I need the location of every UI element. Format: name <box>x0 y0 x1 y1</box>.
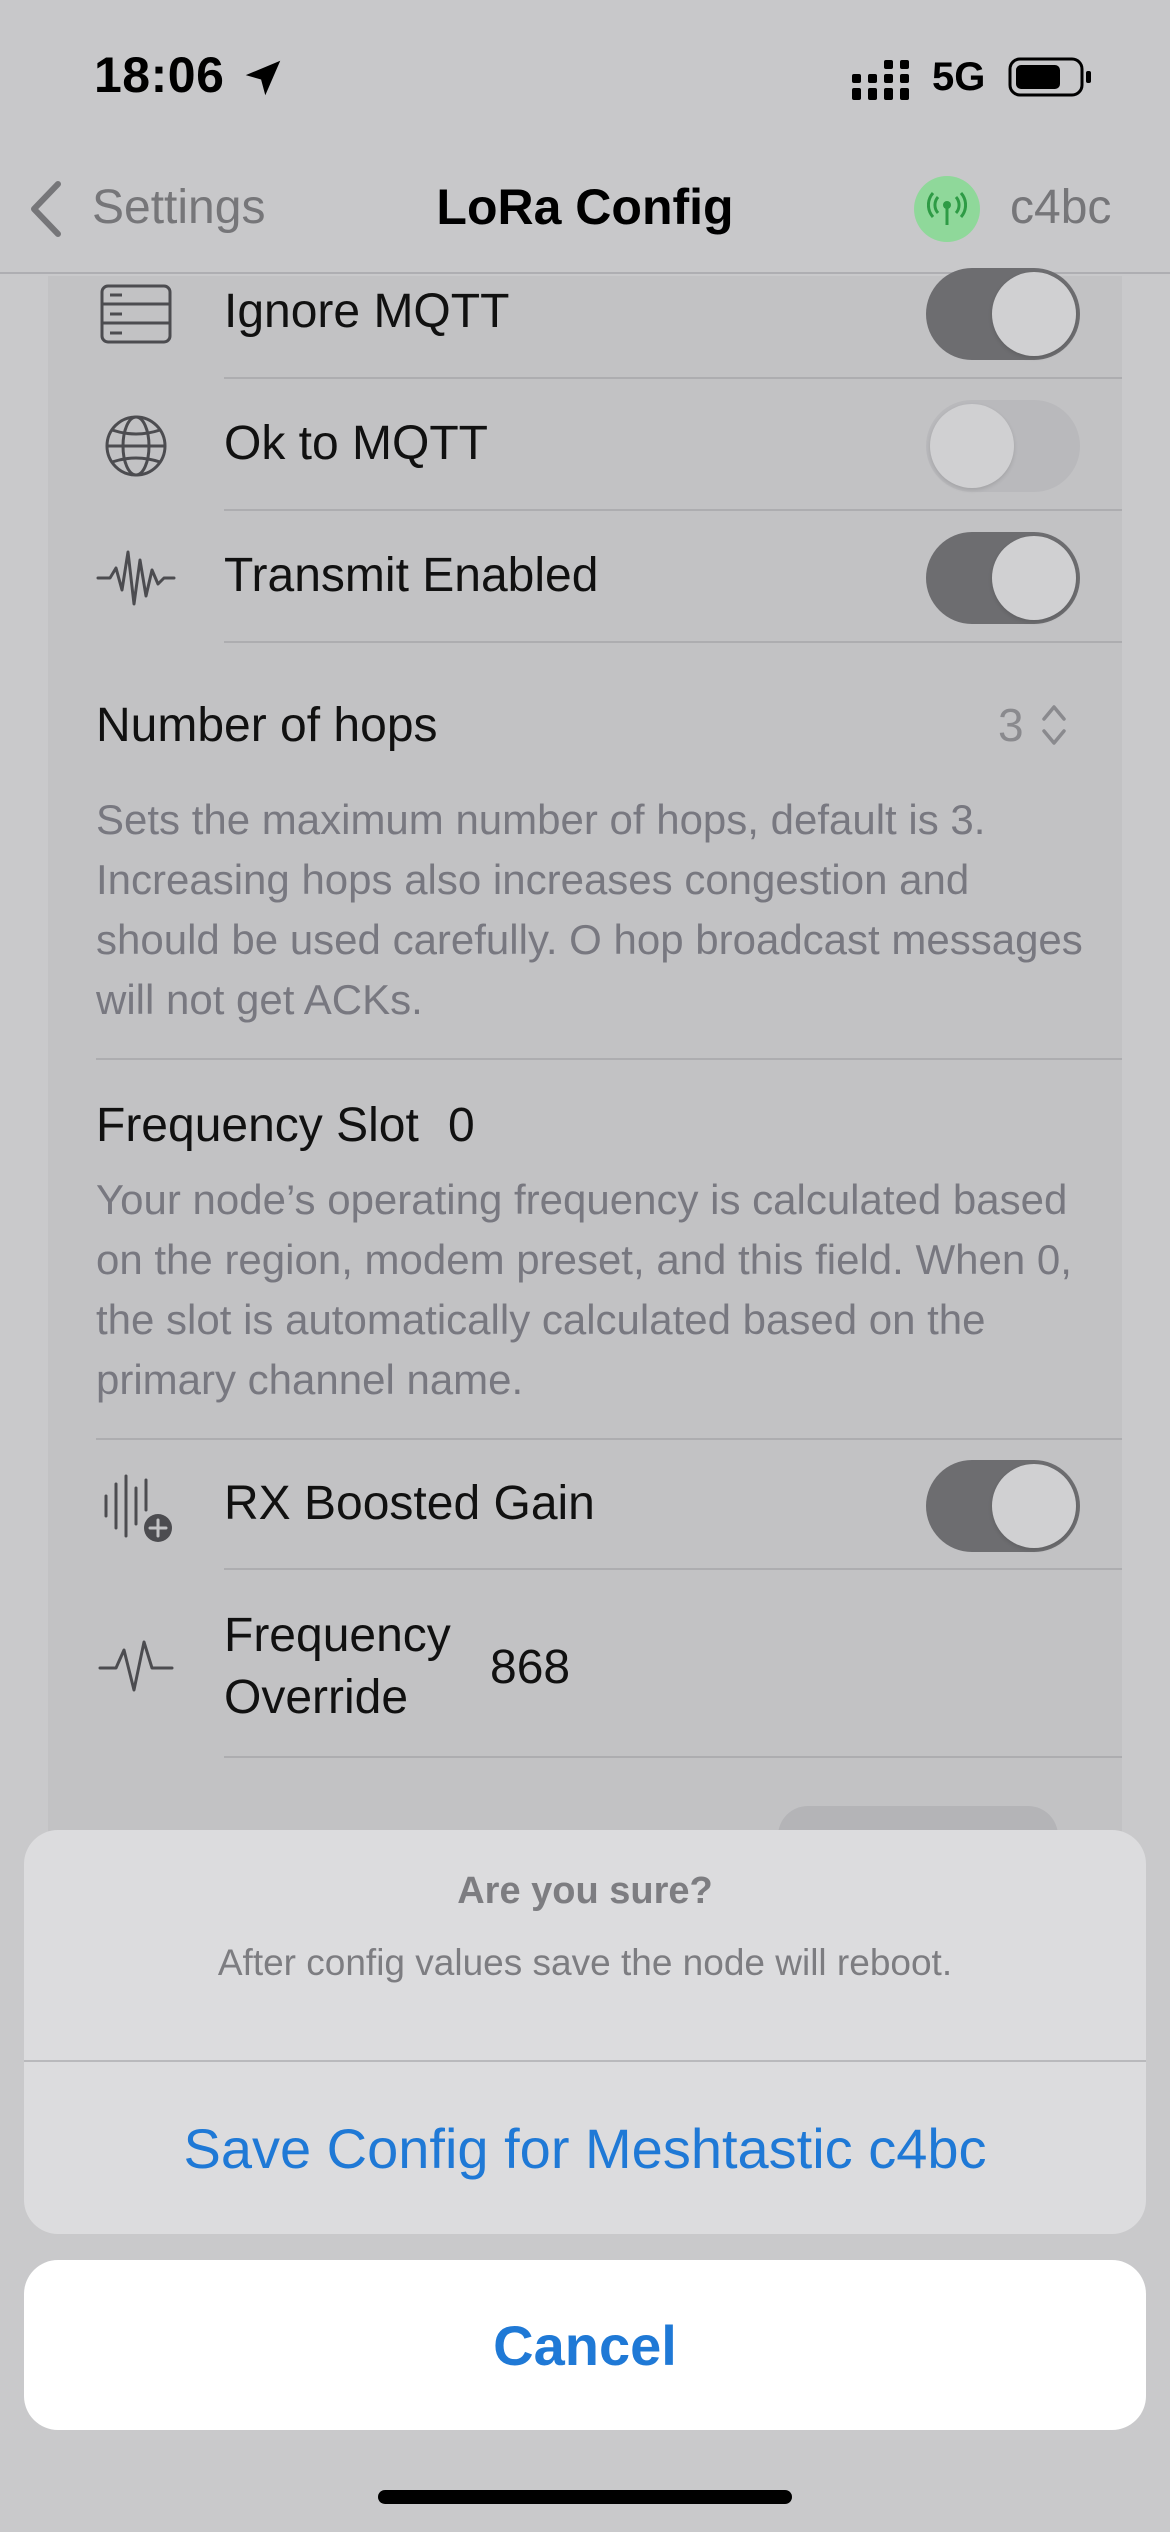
server-icon <box>100 284 172 344</box>
sheet-title: Are you sure? <box>457 1870 713 1912</box>
network-type: 5G <box>932 55 986 99</box>
frequency-override-label-line1: Frequency <box>224 1609 451 1662</box>
divider <box>96 1438 1122 1440</box>
frequency-override-label-line2: Override <box>224 1671 409 1724</box>
save-config-button[interactable]: Save Config for Meshtastic c4bc <box>24 2062 1146 2234</box>
ignore-mqtt-toggle[interactable] <box>926 268 1080 360</box>
cellular-signal-icon <box>852 60 909 100</box>
sheet-message: After config values save the node will r… <box>217 1942 953 1983</box>
antenna-icon <box>927 192 967 225</box>
home-indicator[interactable] <box>378 2490 792 2504</box>
page-title: LoRa Config <box>436 179 734 235</box>
transmit-enabled-label: Transmit Enabled <box>224 549 599 602</box>
globe-icon <box>105 415 167 477</box>
number-of-hops-label: Number of hops <box>96 699 438 752</box>
waveform-icon <box>96 550 176 606</box>
divider <box>224 509 1122 511</box>
status-time: 18:06 <box>94 47 225 103</box>
frequency-override-input[interactable]: 868 <box>490 1640 570 1695</box>
toggle-knob <box>992 272 1076 356</box>
confirmation-action-sheet: Are you sure? After config values save t… <box>24 1830 1146 2234</box>
divider <box>96 1058 1122 1060</box>
transmit-enabled-toggle[interactable] <box>926 532 1080 624</box>
divider <box>224 1756 1122 1758</box>
toggle-knob <box>930 404 1014 488</box>
frequency-slot-label: Frequency Slot <box>96 1099 419 1152</box>
divider <box>224 377 1122 379</box>
location-arrow-icon <box>245 60 281 96</box>
waveform-path-icon <box>98 1640 174 1692</box>
frequency-slot-input[interactable]: 0 <box>448 1098 475 1153</box>
divider <box>224 641 1122 643</box>
number-of-hops-description: Sets the maximum number of hops, default… <box>96 796 1083 1023</box>
node-short-name[interactable]: c4bc <box>1010 180 1111 235</box>
toggle-knob <box>992 1464 1076 1548</box>
ignore-mqtt-label: Ignore MQTT <box>224 285 510 338</box>
waveform-plus-icon <box>104 1474 172 1542</box>
chevron-up-down-icon[interactable] <box>1040 700 1068 750</box>
ok-to-mqtt-toggle[interactable] <box>926 400 1080 492</box>
divider <box>224 1568 1122 1570</box>
ok-to-mqtt-label: Ok to MQTT <box>224 417 488 470</box>
rx-boosted-gain-label: RX Boosted Gain <box>224 1477 595 1530</box>
node-status-badge[interactable] <box>914 176 980 242</box>
toggle-knob <box>992 536 1076 620</box>
frequency-slot-description: Your node’s operating frequency is calcu… <box>96 1176 1072 1403</box>
number-of-hops-value[interactable]: 3 <box>998 698 1024 752</box>
battery-icon <box>1008 57 1091 97</box>
rx-boosted-gain-toggle[interactable] <box>926 1460 1080 1552</box>
cancel-button[interactable]: Cancel <box>24 2260 1146 2430</box>
